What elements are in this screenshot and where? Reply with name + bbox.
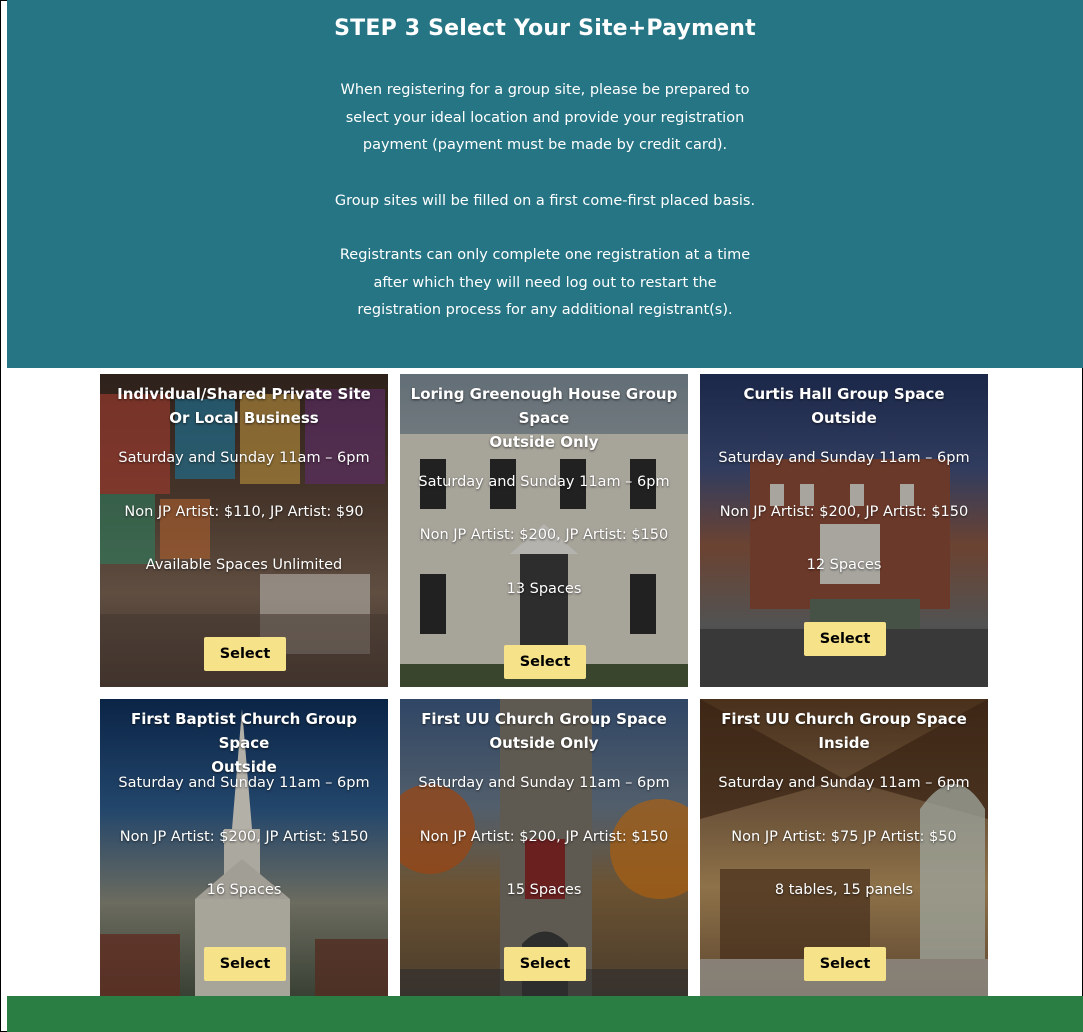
first-come-paragraph: Group sites will be filled on a first co… — [334, 193, 756, 209]
card-hours: Saturday and Sunday 11am – 6pm — [118, 775, 370, 791]
select-button[interactable]: Select — [204, 947, 286, 981]
card-price: Non JP Artist: $200, JP Artist: $150 — [419, 829, 669, 845]
select-button[interactable]: Select — [504, 645, 586, 679]
card-hours: Saturday and Sunday 11am – 6pm — [118, 450, 370, 466]
card-hours: Saturday and Sunday 11am – 6pm — [718, 450, 970, 466]
card-title: Individual/Shared Private Site Or Local … — [117, 385, 371, 427]
card-spaces: Available Spaces Unlimited — [145, 557, 343, 573]
site-card-curtis-hall: Curtis Hall Group Space Outside Saturday… — [700, 374, 988, 687]
card-spaces: 15 Spaces — [506, 882, 582, 898]
card-price: Non JP Artist: $200, JP Artist: $150 — [419, 527, 669, 543]
card-title: First UU Church Group Space Outside Only — [421, 710, 667, 752]
card-hours: Saturday and Sunday 11am – 6pm — [418, 474, 670, 490]
site-card-first-uu-inside: First UU Church Group Space Inside Satur… — [700, 699, 988, 1012]
card-price: Non JP Artist: $200, JP Artist: $150 — [119, 829, 369, 845]
select-button[interactable]: Select — [804, 947, 886, 981]
card-spaces: 16 Spaces — [206, 882, 282, 898]
step-header: STEP 3 Select Your Site+Payment When reg… — [7, 0, 1083, 368]
select-button[interactable]: Select — [204, 637, 286, 671]
card-hours: Saturday and Sunday 11am – 6pm — [718, 775, 970, 791]
card-title: Loring Greenough House Group Space Outsi… — [410, 385, 678, 451]
card-title: First Baptist Church Group Space Outside — [130, 710, 358, 776]
site-card-first-baptist: First Baptist Church Group Space Outside… — [100, 699, 388, 1012]
card-title: Curtis Hall Group Space Outside — [743, 385, 945, 427]
card-spaces: 13 Spaces — [506, 581, 582, 597]
site-card-loring-greenough: Loring Greenough House Group Space Outsi… — [400, 374, 688, 687]
select-button[interactable]: Select — [804, 622, 886, 656]
card-title: First UU Church Group Space Inside — [721, 710, 967, 752]
select-button[interactable]: Select — [504, 947, 586, 981]
card-spaces: 8 tables, 15 panels — [774, 882, 914, 898]
card-price: Non JP Artist: $200, JP Artist: $150 — [719, 504, 969, 520]
footer-bar — [7, 996, 1083, 1032]
card-price: Non JP Artist: $75 JP Artist: $50 — [731, 829, 957, 845]
site-card-individual: Individual/Shared Private Site Or Local … — [100, 374, 388, 687]
intro-paragraph: When registering for a group site, pleas… — [340, 82, 750, 153]
page-title: STEP 3 Select Your Site+Payment — [334, 16, 756, 41]
card-price: Non JP Artist: $110, JP Artist: $90 — [124, 504, 364, 520]
registration-limit-paragraph: Registrants can only complete one regist… — [339, 247, 751, 318]
card-hours: Saturday and Sunday 11am – 6pm — [418, 775, 670, 791]
site-card-first-uu-outside: First UU Church Group Space Outside Only… — [400, 699, 688, 1012]
card-spaces: 12 Spaces — [806, 557, 882, 573]
